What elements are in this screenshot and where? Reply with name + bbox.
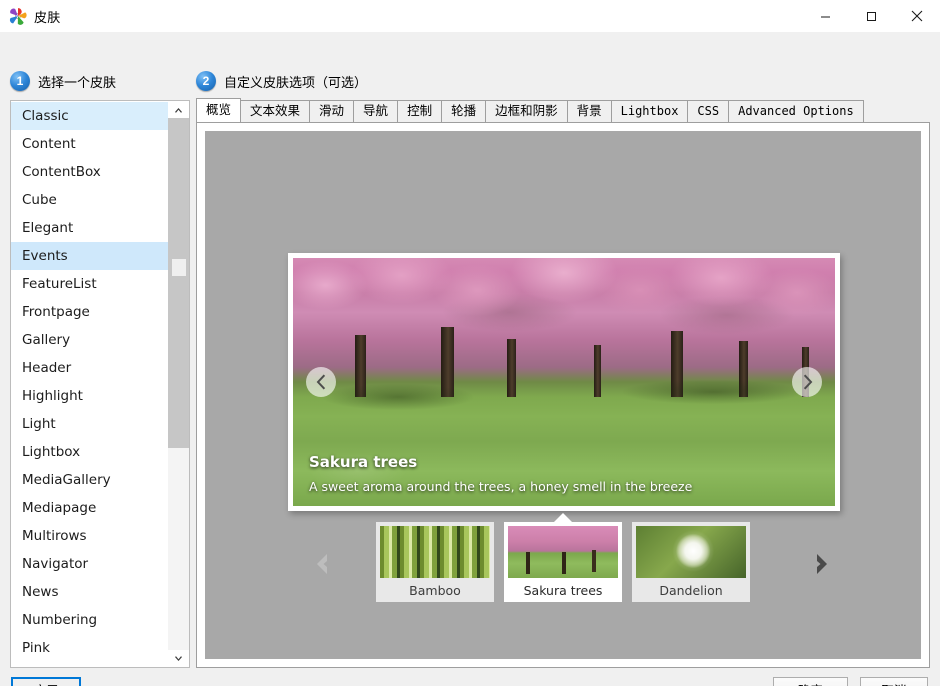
skin-list-item[interactable]: Mediapage: [11, 494, 168, 522]
skin-list-item[interactable]: Cube: [11, 186, 168, 214]
ok-button[interactable]: 确定: [773, 677, 848, 686]
thumbnail-image-bamboo: [380, 526, 490, 578]
maximize-button[interactable]: [848, 0, 894, 32]
thumbnail-caption: Bamboo: [380, 578, 490, 602]
tab-边框和阴影[interactable]: 边框和阴影: [485, 100, 568, 122]
step-1-badge: 1: [10, 71, 30, 91]
step-2-label: 自定义皮肤选项（可选）: [224, 72, 367, 91]
thumbnail-strip: Bamboo Sakura trees Dandelion: [376, 522, 750, 602]
skin-list-item[interactable]: Multirows: [11, 522, 168, 550]
skin-list-item[interactable]: Gallery: [11, 326, 168, 354]
scroll-up-button[interactable]: [168, 101, 189, 118]
thumbnail-image-dandelion: [636, 526, 746, 578]
tab-css[interactable]: CSS: [687, 100, 729, 122]
skin-list-item[interactable]: MediaGallery: [11, 466, 168, 494]
tab-advanced-options[interactable]: Advanced Options: [728, 100, 864, 122]
skin-list-item[interactable]: Pink: [11, 634, 168, 662]
skin-list[interactable]: ClassicContentContentBoxCubeElegantEvent…: [11, 101, 168, 667]
blossom-canopy: [293, 258, 835, 382]
skin-flower-icon: [9, 7, 27, 25]
skin-list-item[interactable]: Numbering: [11, 606, 168, 634]
skin-options-panel: 概览文本效果滑动导航控制轮播边框和阴影背景LightboxCSSAdvanced…: [196, 99, 930, 668]
thumbnail-item[interactable]: Bamboo: [376, 522, 494, 602]
window-controls: [802, 0, 940, 32]
step-2-badge: 2: [196, 71, 216, 91]
slider-next-button[interactable]: [792, 367, 822, 397]
tree-trunk: [594, 345, 601, 397]
skin-list-item[interactable]: News: [11, 578, 168, 606]
skin-list-item[interactable]: FeatureList: [11, 270, 168, 298]
tab-轮播[interactable]: 轮播: [441, 100, 486, 122]
thumbnail-image-sakura: [508, 526, 618, 578]
carousel-next-arrow[interactable]: [809, 551, 835, 577]
active-thumbnail-pointer: [554, 513, 572, 522]
apply-button[interactable]: 应用: [11, 677, 81, 686]
skin-list-item[interactable]: ContentBox: [11, 158, 168, 186]
skin-list-item[interactable]: Events: [11, 242, 168, 270]
skin-list-item[interactable]: Highlight: [11, 382, 168, 410]
tab-滑动[interactable]: 滑动: [309, 100, 354, 122]
skin-list-item[interactable]: Navigator: [11, 550, 168, 578]
cancel-button[interactable]: 取消: [860, 677, 928, 686]
skin-list-item[interactable]: Elegant: [11, 214, 168, 242]
thumbnail-item[interactable]: Dandelion: [632, 522, 750, 602]
skin-list-item[interactable]: Frontpage: [11, 298, 168, 326]
skin-list-panel: ClassicContentContentBoxCubeElegantEvent…: [10, 100, 190, 668]
thumbnail-caption: Dandelion: [636, 578, 746, 602]
skin-list-item[interactable]: Light: [11, 410, 168, 438]
scrollbar-thumb[interactable]: [168, 118, 189, 448]
ground-shadow: [623, 380, 803, 404]
tab-strip: 概览文本效果滑动导航控制轮播边框和阴影背景LightboxCSSAdvanced…: [196, 99, 930, 123]
slide-image-sakura-trees[interactable]: Sakura trees A sweet aroma around the tr…: [293, 258, 835, 506]
skin-preview-area: Sakura trees A sweet aroma around the tr…: [205, 131, 921, 659]
slider-frame: Sakura trees A sweet aroma around the tr…: [288, 253, 840, 511]
step-1-header: 1 选择一个皮肤: [10, 70, 116, 92]
scroll-down-button[interactable]: [168, 650, 189, 667]
skin-list-item[interactable]: Classic: [11, 102, 168, 130]
skin-list-item[interactable]: Header: [11, 354, 168, 382]
ground-shadow: [323, 384, 473, 410]
minimize-button[interactable]: [802, 0, 848, 32]
skin-list-item[interactable]: Lightbox: [11, 438, 168, 466]
window-title: 皮肤: [34, 7, 61, 26]
slider-prev-button[interactable]: [306, 367, 336, 397]
tab-控制[interactable]: 控制: [397, 100, 442, 122]
thumbnail-item[interactable]: Sakura trees: [504, 522, 622, 602]
step-1-label: 选择一个皮肤: [38, 72, 116, 91]
tab-panel-overview: Sakura trees A sweet aroma around the tr…: [196, 123, 930, 668]
tab-文本效果[interactable]: 文本效果: [240, 100, 310, 122]
scrollbar-thumb-grip: [172, 259, 186, 276]
skin-list-item[interactable]: Content: [11, 130, 168, 158]
tab-背景[interactable]: 背景: [567, 100, 612, 122]
carousel-prev-arrow[interactable]: [309, 551, 335, 577]
step-2-header: 2 自定义皮肤选项（可选）: [196, 70, 367, 92]
tab-概览[interactable]: 概览: [196, 98, 241, 122]
thumbnail-caption: Sakura trees: [508, 578, 618, 602]
tab-lightbox[interactable]: Lightbox: [611, 100, 689, 122]
close-button[interactable]: [894, 0, 940, 32]
tab-导航[interactable]: 导航: [353, 100, 398, 122]
slide-description: A sweet aroma around the trees, a honey …: [309, 479, 835, 494]
tree-trunk: [507, 339, 516, 397]
scrollbar-track[interactable]: [168, 118, 189, 650]
window-titlebar: 皮肤: [0, 0, 940, 32]
skin-list-scrollbar[interactable]: [168, 101, 189, 667]
slide-title: Sakura trees: [309, 453, 835, 471]
slide-caption: Sakura trees A sweet aroma around the tr…: [293, 453, 835, 506]
dialog-body: 1 选择一个皮肤 2 自定义皮肤选项（可选） ClassicContentCon…: [0, 32, 940, 686]
